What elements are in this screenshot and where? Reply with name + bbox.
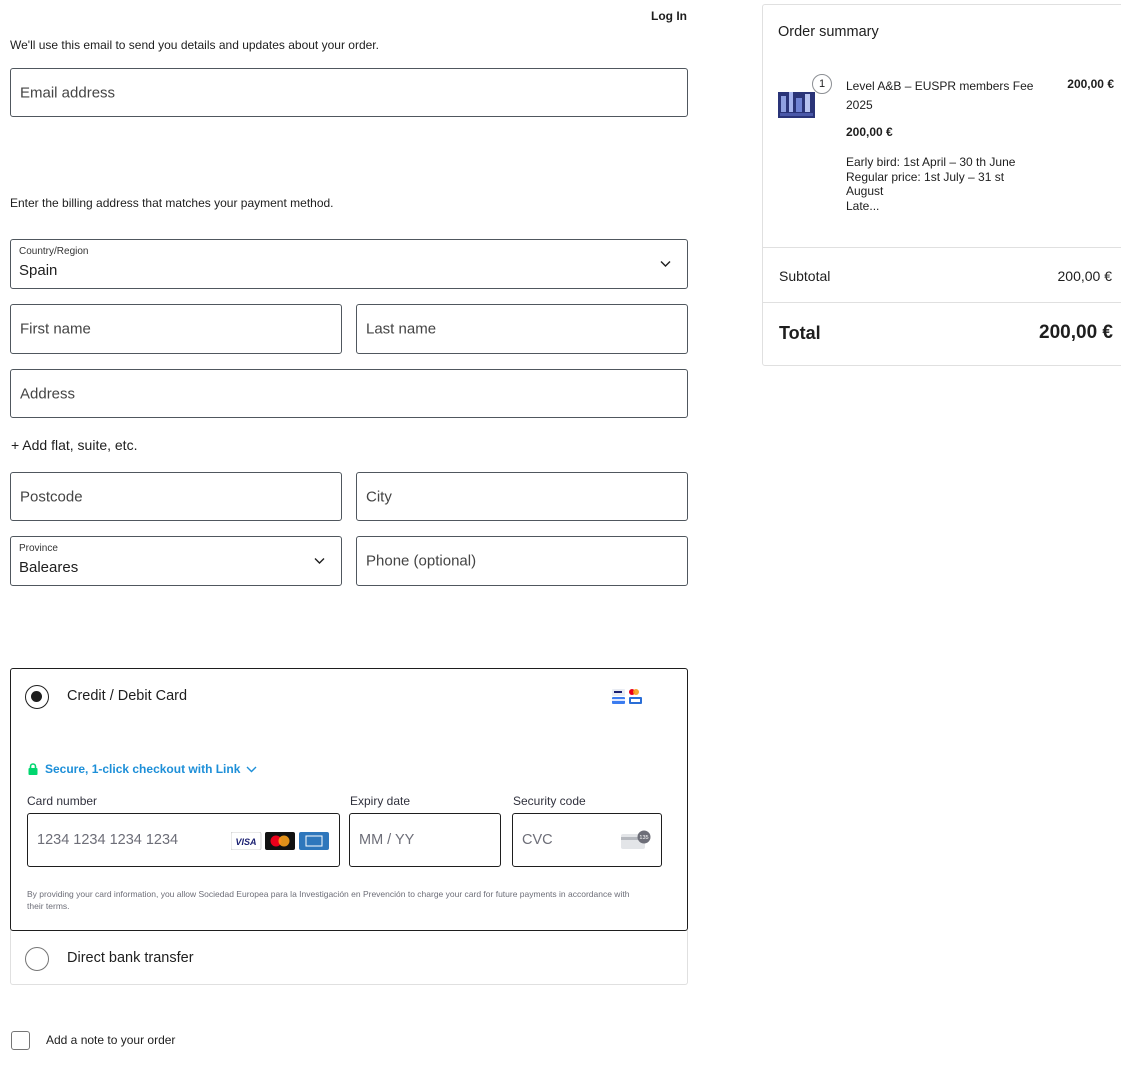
- email-placeholder: Email address: [20, 84, 116, 101]
- total-label: Total: [779, 323, 821, 343]
- item-description-line: Early bird: 1st April – 30 th June: [846, 155, 1016, 169]
- city-placeholder: City: [366, 488, 392, 505]
- card-number-label: Card number: [27, 794, 98, 808]
- card-brands-icon: VISA: [231, 832, 329, 850]
- cvc-card-icon: 135: [621, 830, 651, 849]
- total-value: 200,00 €: [1039, 322, 1113, 343]
- last-name-field[interactable]: Last name: [356, 304, 688, 354]
- link-checkout-text: Secure, 1-click checkout with Link: [45, 762, 241, 776]
- item-line-total: 200,00 €: [1067, 77, 1114, 91]
- login-link[interactable]: Log In: [650, 9, 687, 23]
- cvc-input[interactable]: CVC 135: [512, 813, 662, 867]
- add-note-checkbox[interactable]: [11, 1031, 30, 1050]
- last-name-placeholder: Last name: [366, 320, 437, 338]
- card-radio[interactable]: [25, 685, 49, 709]
- email-field[interactable]: Email address: [10, 68, 688, 117]
- add-address-line-link[interactable]: + Add flat, suite, etc.: [11, 437, 137, 453]
- bank-radio[interactable]: [25, 947, 49, 971]
- city-field[interactable]: City: [356, 472, 688, 521]
- subtotal-value: 200,00 €: [1057, 268, 1113, 284]
- bank-method-label: Direct bank transfer: [67, 950, 194, 966]
- chevron-down-icon: [660, 261, 671, 267]
- item-unit-price: 200,00 €: [846, 125, 893, 139]
- subtotal-label: Subtotal: [779, 268, 831, 284]
- phone-field[interactable]: Phone (optional): [356, 536, 688, 586]
- cards-icon: [612, 689, 642, 704]
- card-terms-text: By providing your card information, you …: [27, 889, 630, 911]
- cvc-placeholder: CVC: [522, 832, 553, 848]
- item-description: Early bird: 1st April – 30 th June Regul…: [846, 155, 1056, 213]
- item-description-line: Late...: [846, 198, 880, 213]
- link-checkout-toggle[interactable]: Secure, 1-click checkout with Link: [27, 762, 257, 776]
- billing-help-text: Enter the billing address that matches y…: [10, 196, 334, 210]
- summary-divider: [763, 247, 1121, 248]
- chevron-down-icon: [314, 558, 325, 564]
- item-description-line: Regular price: 1st July – 31 st: [846, 169, 1005, 184]
- lock-icon: [28, 763, 38, 775]
- province-label: Province: [19, 543, 58, 554]
- summary-divider: [763, 302, 1121, 303]
- expiry-placeholder: MM / YY: [359, 832, 415, 848]
- card-method-label: Credit / Debit Card: [67, 688, 188, 704]
- item-quantity-badge: 1: [812, 74, 832, 94]
- country-label: Country/Region: [19, 246, 89, 257]
- postcode-placeholder: Postcode: [20, 488, 83, 505]
- cvc-label: Security code: [513, 794, 586, 808]
- card-number-placeholder: 1234 1234 1234 1234: [37, 832, 179, 848]
- visa-brand-text: VISA: [235, 837, 256, 847]
- radio-selected-dot: [31, 691, 42, 702]
- first-name-placeholder: First name: [20, 320, 91, 338]
- address-field[interactable]: Address: [10, 369, 688, 418]
- contact-help-text: We'll use this email to send you details…: [10, 38, 379, 52]
- add-note-label[interactable]: Add a note to your order: [46, 1033, 175, 1047]
- postcode-field[interactable]: Postcode: [10, 472, 342, 521]
- expiry-input[interactable]: MM / YY: [349, 813, 501, 867]
- province-select[interactable]: Province Baleares: [10, 536, 342, 586]
- cvc-badge-text: 135: [639, 835, 648, 841]
- card-number-input[interactable]: 1234 1234 1234 1234 VISA: [27, 813, 340, 867]
- country-select[interactable]: Country/Region Spain: [10, 239, 688, 289]
- expiry-label: Expiry date: [350, 794, 411, 808]
- first-name-field[interactable]: First name: [10, 304, 342, 354]
- product-thumbnail: [778, 92, 815, 118]
- phone-placeholder: Phone (optional): [366, 552, 477, 570]
- order-summary-title: Order summary: [778, 24, 879, 40]
- item-name: Level A&B – EUSPR members Fee 2025: [846, 79, 1034, 112]
- item-description-line: August: [846, 184, 884, 198]
- chevron-down-icon: [246, 766, 257, 772]
- province-value: Baleares: [19, 559, 79, 576]
- country-value: Spain: [19, 262, 58, 279]
- address-placeholder: Address: [20, 385, 76, 402]
